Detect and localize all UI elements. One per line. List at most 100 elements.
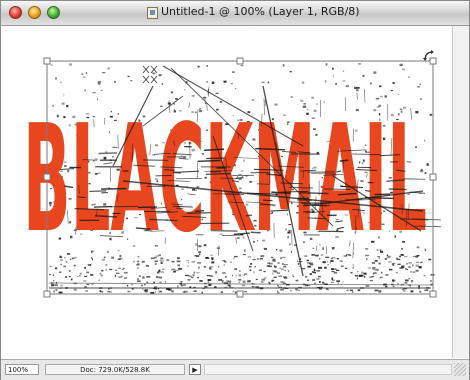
- grunge-speck: [412, 271, 416, 274]
- grunge-speck: [261, 281, 264, 283]
- grunge-speck: [238, 274, 242, 277]
- grunge-speck: [122, 267, 125, 270]
- grunge-speck: [54, 284, 59, 286]
- grunge-speck: [200, 280, 203, 282]
- grunge-speck: [392, 82, 395, 84]
- grunge-stroke: [299, 191, 329, 195]
- grunge-speck: [73, 264, 76, 267]
- grunge-speck: [350, 272, 353, 274]
- horizontal-scrollbar[interactable]: [204, 364, 452, 375]
- grunge-speck: [365, 285, 370, 287]
- grunge-speck: [171, 268, 176, 271]
- grunge-speck: [317, 275, 321, 278]
- grunge-speck: [105, 268, 108, 271]
- grunge-speck: [261, 81, 265, 84]
- grunge-speck: [261, 278, 266, 281]
- grunge-speck: [197, 266, 200, 269]
- grunge-speck: [51, 284, 55, 287]
- grunge-speck: [352, 266, 354, 269]
- grunge-speck: [267, 81, 270, 84]
- grunge-stroke: [256, 183, 270, 185]
- grunge-speck: [356, 277, 358, 280]
- vertical-scrollbar[interactable]: [452, 26, 469, 358]
- handle-bottom-center[interactable]: [236, 290, 244, 298]
- grunge-speck: [316, 270, 320, 272]
- grunge-speck: [346, 289, 349, 292]
- grunge-speck: [180, 284, 183, 287]
- grunge-speck: [152, 72, 156, 75]
- status-menu-arrow-icon[interactable]: ▶: [189, 364, 201, 375]
- grunge-speck: [399, 64, 403, 66]
- grunge-speck: [97, 82, 101, 85]
- grunge-speck: [408, 266, 411, 269]
- grunge-speck: [183, 284, 186, 286]
- grunge-speck: [374, 289, 379, 292]
- grunge-speck: [418, 266, 422, 268]
- grunge-stroke: [280, 182, 303, 185]
- grunge-speck: [301, 81, 305, 84]
- grunge-speck: [55, 77, 58, 80]
- grunge-speck: [63, 265, 67, 268]
- grunge-speck: [86, 271, 90, 274]
- grunge-speck: [330, 281, 334, 284]
- grunge-speck: [370, 82, 372, 85]
- grunge-speck: [131, 288, 134, 290]
- grunge-speck: [231, 274, 233, 277]
- grunge-stroke: [195, 209, 204, 213]
- grunge-speck: [138, 275, 141, 277]
- grunge-speck: [49, 273, 51, 276]
- grunge-speck: [58, 271, 62, 274]
- grunge-speck: [309, 273, 313, 276]
- handle-middle-left[interactable]: [43, 173, 51, 181]
- handle-top-left[interactable]: [43, 57, 51, 65]
- grunge-speck: [354, 275, 359, 277]
- handle-top-right[interactable]: [429, 57, 437, 65]
- grunge-speck: [356, 86, 360, 89]
- zoom-button-icon[interactable]: [47, 6, 60, 19]
- grunge-speck: [304, 276, 308, 278]
- canvas-area[interactable]: BLACKMAIL: [3, 26, 451, 358]
- grunge-speck: [423, 275, 426, 277]
- grunge-speck: [145, 264, 149, 267]
- close-button-icon[interactable]: [9, 6, 22, 19]
- grunge-speck: [254, 266, 256, 268]
- artwork-layer[interactable]: BLACKMAIL: [3, 26, 451, 358]
- handle-top-center[interactable]: [236, 57, 244, 65]
- grunge-speck: [159, 277, 162, 279]
- grunge-speck: [54, 267, 58, 270]
- grunge-speck: [201, 291, 203, 294]
- grunge-speck: [118, 276, 122, 278]
- grunge-speck: [417, 86, 421, 88]
- grunge-speck: [196, 271, 200, 274]
- grunge-speck: [234, 268, 238, 270]
- handle-middle-right[interactable]: [429, 173, 437, 181]
- grunge-speck: [289, 71, 292, 73]
- grunge-speck: [222, 272, 226, 274]
- grunge-speck: [344, 267, 348, 270]
- minimize-button-icon[interactable]: [28, 6, 41, 19]
- grunge-speck: [244, 291, 248, 293]
- grunge-speck: [358, 63, 361, 65]
- grunge-speck: [68, 276, 71, 278]
- zoom-level-field[interactable]: 100%: [5, 364, 39, 375]
- grunge-speck: [293, 276, 295, 278]
- blackmail-text: BLACKMAIL: [23, 93, 427, 265]
- grunge-speck: [118, 267, 121, 269]
- resize-grip-icon[interactable]: [454, 363, 466, 376]
- grunge-speck: [377, 269, 379, 272]
- grunge-speck: [146, 281, 149, 284]
- handle-bottom-left[interactable]: [43, 290, 51, 298]
- grunge-speck: [331, 268, 335, 271]
- handle-bottom-right[interactable]: [429, 290, 437, 298]
- grunge-speck: [244, 273, 248, 275]
- title-bar[interactable]: Untitled-1 @ 100% (Layer 1, RGB/8): [1, 1, 469, 26]
- document-size-info: Doc: 729.0K/528.8K: [45, 364, 185, 375]
- grunge-speck: [190, 276, 194, 279]
- grunge-speck: [187, 265, 189, 267]
- grunge-speck: [114, 274, 117, 277]
- grunge-speck: [207, 279, 212, 281]
- grunge-speck: [410, 290, 414, 293]
- grunge-speck: [164, 281, 167, 283]
- status-bar: 100% Doc: 729.0K/528.8K ▶: [1, 359, 469, 380]
- grunge-speck: [222, 282, 226, 284]
